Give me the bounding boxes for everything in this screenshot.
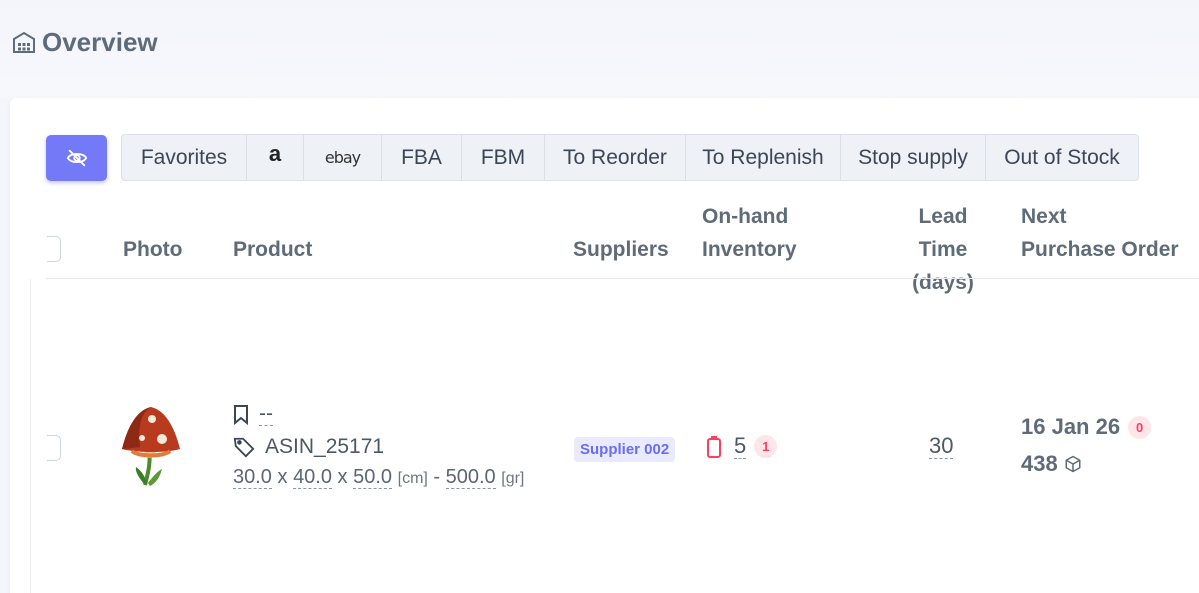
filter-fba[interactable]: FBA (382, 135, 462, 180)
header-line: Purchase Order (1021, 238, 1179, 261)
width-value[interactable]: 40.0 (293, 466, 332, 489)
filter-out-of-stock[interactable]: Out of Stock (986, 135, 1138, 180)
row-checkbox[interactable] (47, 435, 61, 461)
product-dimensions: 30.0 x 40.0 x 50.0 [cm] - 500.0 [gr] (233, 466, 525, 489)
eye-off-icon (66, 149, 87, 167)
on-hand-inventory: 5 1 (706, 434, 778, 459)
filter-label: To Reorder (563, 145, 667, 169)
select-all-checkbox[interactable] (47, 236, 61, 262)
filter-label: Out of Stock (1004, 145, 1120, 169)
box-icon (1065, 455, 1081, 473)
product-sku: ASIN_25171 (265, 435, 385, 458)
filter-to-replenish[interactable]: To Replenish (686, 135, 841, 180)
header-divider (46, 278, 1199, 279)
filter-label: Stop supply (858, 145, 968, 169)
filter-to-reorder[interactable]: To Reorder (545, 135, 686, 180)
dimension-unit: [cm] (397, 470, 428, 487)
product-photo[interactable] (118, 405, 184, 489)
bookmark-icon[interactable] (233, 404, 249, 425)
amazon-logo-icon: a (268, 140, 282, 166)
header-lead-time[interactable]: Lead Time (days) (887, 200, 999, 299)
weight-value[interactable]: 500.0 (445, 466, 496, 489)
header-photo[interactable]: Photo (123, 233, 182, 266)
filter-favorites[interactable]: Favorites (122, 135, 247, 180)
filter-group: Favorites a ebay FBA FBM To Reorder To R… (121, 134, 1139, 181)
next-po-quantity: 438 (1021, 451, 1082, 477)
header-suppliers[interactable]: Suppliers (573, 233, 669, 266)
bookmark-value[interactable]: -- (259, 403, 273, 426)
supplier-badge[interactable]: Supplier 002 (574, 437, 676, 462)
header-line: Inventory (702, 238, 797, 261)
header-product[interactable]: Product (233, 233, 312, 266)
page-header (0, 0, 1199, 98)
filter-amazon[interactable]: a (247, 135, 304, 180)
filter-label: FBA (401, 145, 442, 169)
header-line: Next (1021, 205, 1067, 228)
sku-line: ASIN_25171 (233, 435, 384, 459)
toggle-visibility-button[interactable] (46, 135, 107, 181)
height-value[interactable]: 50.0 (353, 466, 393, 489)
ebay-logo-icon: ebay (324, 148, 361, 167)
filter-label: FBM (480, 145, 526, 169)
row-divider (30, 279, 31, 593)
filter-fbm[interactable]: FBM (462, 135, 545, 180)
bookmark-line: -- (233, 403, 273, 426)
header-on-hand-inventory[interactable]: On-hand Inventory (702, 200, 797, 266)
header-line: Time (days) (912, 238, 974, 294)
filter-stop-supply[interactable]: Stop supply (841, 135, 986, 180)
next-po-qty-text: 438 (1021, 451, 1058, 476)
filter-ebay[interactable]: ebay (304, 135, 382, 180)
inventory-alert-badge: 1 (754, 435, 778, 458)
next-po-badge: 0 (1128, 415, 1152, 439)
warehouse-icon (13, 31, 35, 53)
next-po-date-text: 16 Jan 26 (1021, 414, 1121, 439)
page-title-text: Overview (42, 26, 158, 57)
filter-label: To Replenish (702, 145, 824, 169)
page-title: Overview (12, 26, 158, 58)
weight-unit: [gr] (501, 470, 525, 487)
on-hand-value[interactable]: 5 (734, 434, 747, 459)
header-line: On-hand (702, 205, 789, 228)
length-value[interactable]: 30.0 (233, 466, 272, 489)
header-line: Lead (918, 205, 968, 228)
header-next-purchase-order[interactable]: Next Purchase Order (1021, 200, 1179, 266)
lead-time-value[interactable]: 30 (929, 434, 954, 459)
battery-low-icon (707, 435, 721, 458)
next-po-date: 16 Jan 26 0 (1021, 414, 1152, 440)
tag-icon (233, 437, 255, 458)
filter-label: Favorites (140, 145, 228, 169)
